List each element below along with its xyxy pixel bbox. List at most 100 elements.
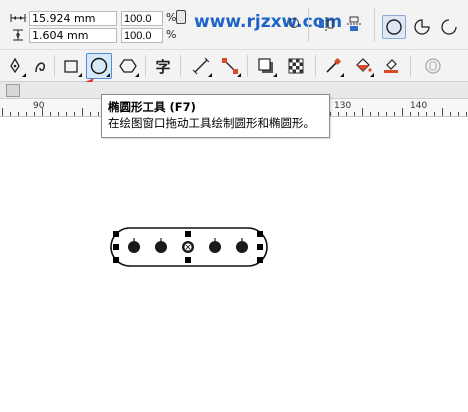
flyout-indicator <box>237 73 241 77</box>
handle-bottom-right <box>257 257 263 263</box>
ruler-tick <box>346 112 347 116</box>
connector-tool[interactable] <box>217 53 243 79</box>
dot <box>209 241 221 253</box>
handle-bottom-middle <box>185 257 191 263</box>
handle-middle-right <box>257 244 263 250</box>
separator <box>54 55 55 77</box>
pen-nib-icon <box>10 57 20 74</box>
separator <box>247 55 248 77</box>
ruler-tick <box>18 112 19 116</box>
tooltip: 椭圆形工具 (F7) 在绘图窗口拖动工具绘制圆形和椭圆形。 <box>101 94 330 138</box>
separator <box>145 55 146 77</box>
separator <box>374 8 375 42</box>
drawing-canvas[interactable]: ✕ <box>0 118 468 412</box>
ruler-tick <box>362 108 363 116</box>
ellipse-mode-icon <box>386 19 402 35</box>
ruler-tick <box>50 112 51 116</box>
scale-y-unit: % <box>166 28 177 41</box>
smart-fill-tool[interactable] <box>378 53 404 79</box>
ruler-tick <box>2 108 3 116</box>
ruler-tick <box>10 112 11 116</box>
ruler-tick <box>418 112 419 116</box>
dot <box>128 241 140 253</box>
ruler-tick <box>402 108 403 116</box>
ruler-tick <box>26 112 27 116</box>
ellipse-mode-button[interactable] <box>382 15 406 39</box>
checkerboard-icon <box>288 58 304 74</box>
separator <box>180 55 181 77</box>
flyout-indicator <box>22 73 26 77</box>
handle-middle-left <box>113 244 119 250</box>
scale-y-field[interactable] <box>121 28 163 43</box>
mirror-vertical-button[interactable] <box>342 12 366 36</box>
ruler-tick <box>74 112 75 116</box>
eyedropper-tool[interactable] <box>320 53 346 79</box>
ruler-label: 140 <box>410 101 428 111</box>
flyout-indicator <box>370 73 374 77</box>
ruler-tick <box>394 112 395 116</box>
scale-x-unit: % <box>166 11 177 24</box>
lock-ratio-icon[interactable] <box>176 10 186 24</box>
ruler-tick <box>386 112 387 116</box>
ruler-tick <box>34 112 35 116</box>
ruler-tick <box>90 112 91 116</box>
artistic-media-tool[interactable] <box>28 53 54 79</box>
center-marker: ✕ <box>185 243 192 252</box>
separator <box>308 8 309 42</box>
flyout-indicator <box>135 73 139 77</box>
ruler-tick <box>370 112 371 116</box>
ruler-tick <box>426 112 427 116</box>
scale-x-field[interactable] <box>121 11 163 26</box>
text-tool[interactable]: 字 <box>150 53 176 79</box>
circle-preview-icon <box>289 18 299 28</box>
width-icon <box>10 13 26 27</box>
separator <box>315 55 316 77</box>
ruler-tick <box>338 112 339 116</box>
lens-tool[interactable] <box>420 53 446 79</box>
flyout-indicator <box>106 73 110 77</box>
freehand-tool[interactable] <box>2 53 28 79</box>
pie-mode-button[interactable] <box>410 15 434 39</box>
ruler-tick <box>466 112 467 116</box>
interactive-fill-tool[interactable] <box>350 53 376 79</box>
parallel-dimension-tool[interactable] <box>188 53 214 79</box>
ruler-tick <box>378 112 379 116</box>
polygon-tool[interactable] <box>115 53 141 79</box>
dot <box>236 241 248 253</box>
flyout-indicator <box>340 73 344 77</box>
arc-mode-button[interactable] <box>437 15 461 39</box>
flyout-indicator <box>273 73 277 77</box>
selected-shape[interactable]: ✕ <box>105 222 275 272</box>
tooltip-description: 在绘图窗口拖动工具绘制圆形和椭圆形。 <box>108 116 315 130</box>
mirror-horizontal-button[interactable] <box>314 12 338 36</box>
ruler-tick <box>434 112 435 116</box>
flyout-indicator <box>208 73 212 77</box>
ruler-tick <box>82 108 83 116</box>
document-tab[interactable] <box>6 84 20 97</box>
ruler-tick <box>58 112 59 116</box>
mirror-vertical-icon <box>347 16 361 31</box>
dot <box>155 241 167 253</box>
height-icon <box>10 29 26 43</box>
ruler-tick <box>442 108 443 116</box>
ruler-tick <box>458 112 459 116</box>
drop-shadow-tool[interactable] <box>253 53 279 79</box>
transparency-tool[interactable] <box>283 53 309 79</box>
height-field[interactable] <box>29 28 117 43</box>
handle-top-middle <box>185 231 191 237</box>
ruler-tick <box>98 112 99 116</box>
handle-top-left <box>113 231 119 237</box>
tooltip-title: 椭圆形工具 (F7) <box>108 100 196 114</box>
pie-mode-icon <box>414 19 430 35</box>
ruler-tick <box>410 112 411 116</box>
ruler-label: 130 <box>334 101 352 111</box>
mirror-horizontal-icon <box>319 17 334 31</box>
handle-top-right <box>257 231 263 237</box>
ruler-tick <box>354 112 355 116</box>
ruler-tick <box>330 112 331 116</box>
ruler-tick <box>450 112 451 116</box>
text-icon: 字 <box>155 57 171 76</box>
separator <box>410 55 411 77</box>
width-field[interactable] <box>29 11 117 26</box>
smart-fill-icon <box>384 59 398 73</box>
